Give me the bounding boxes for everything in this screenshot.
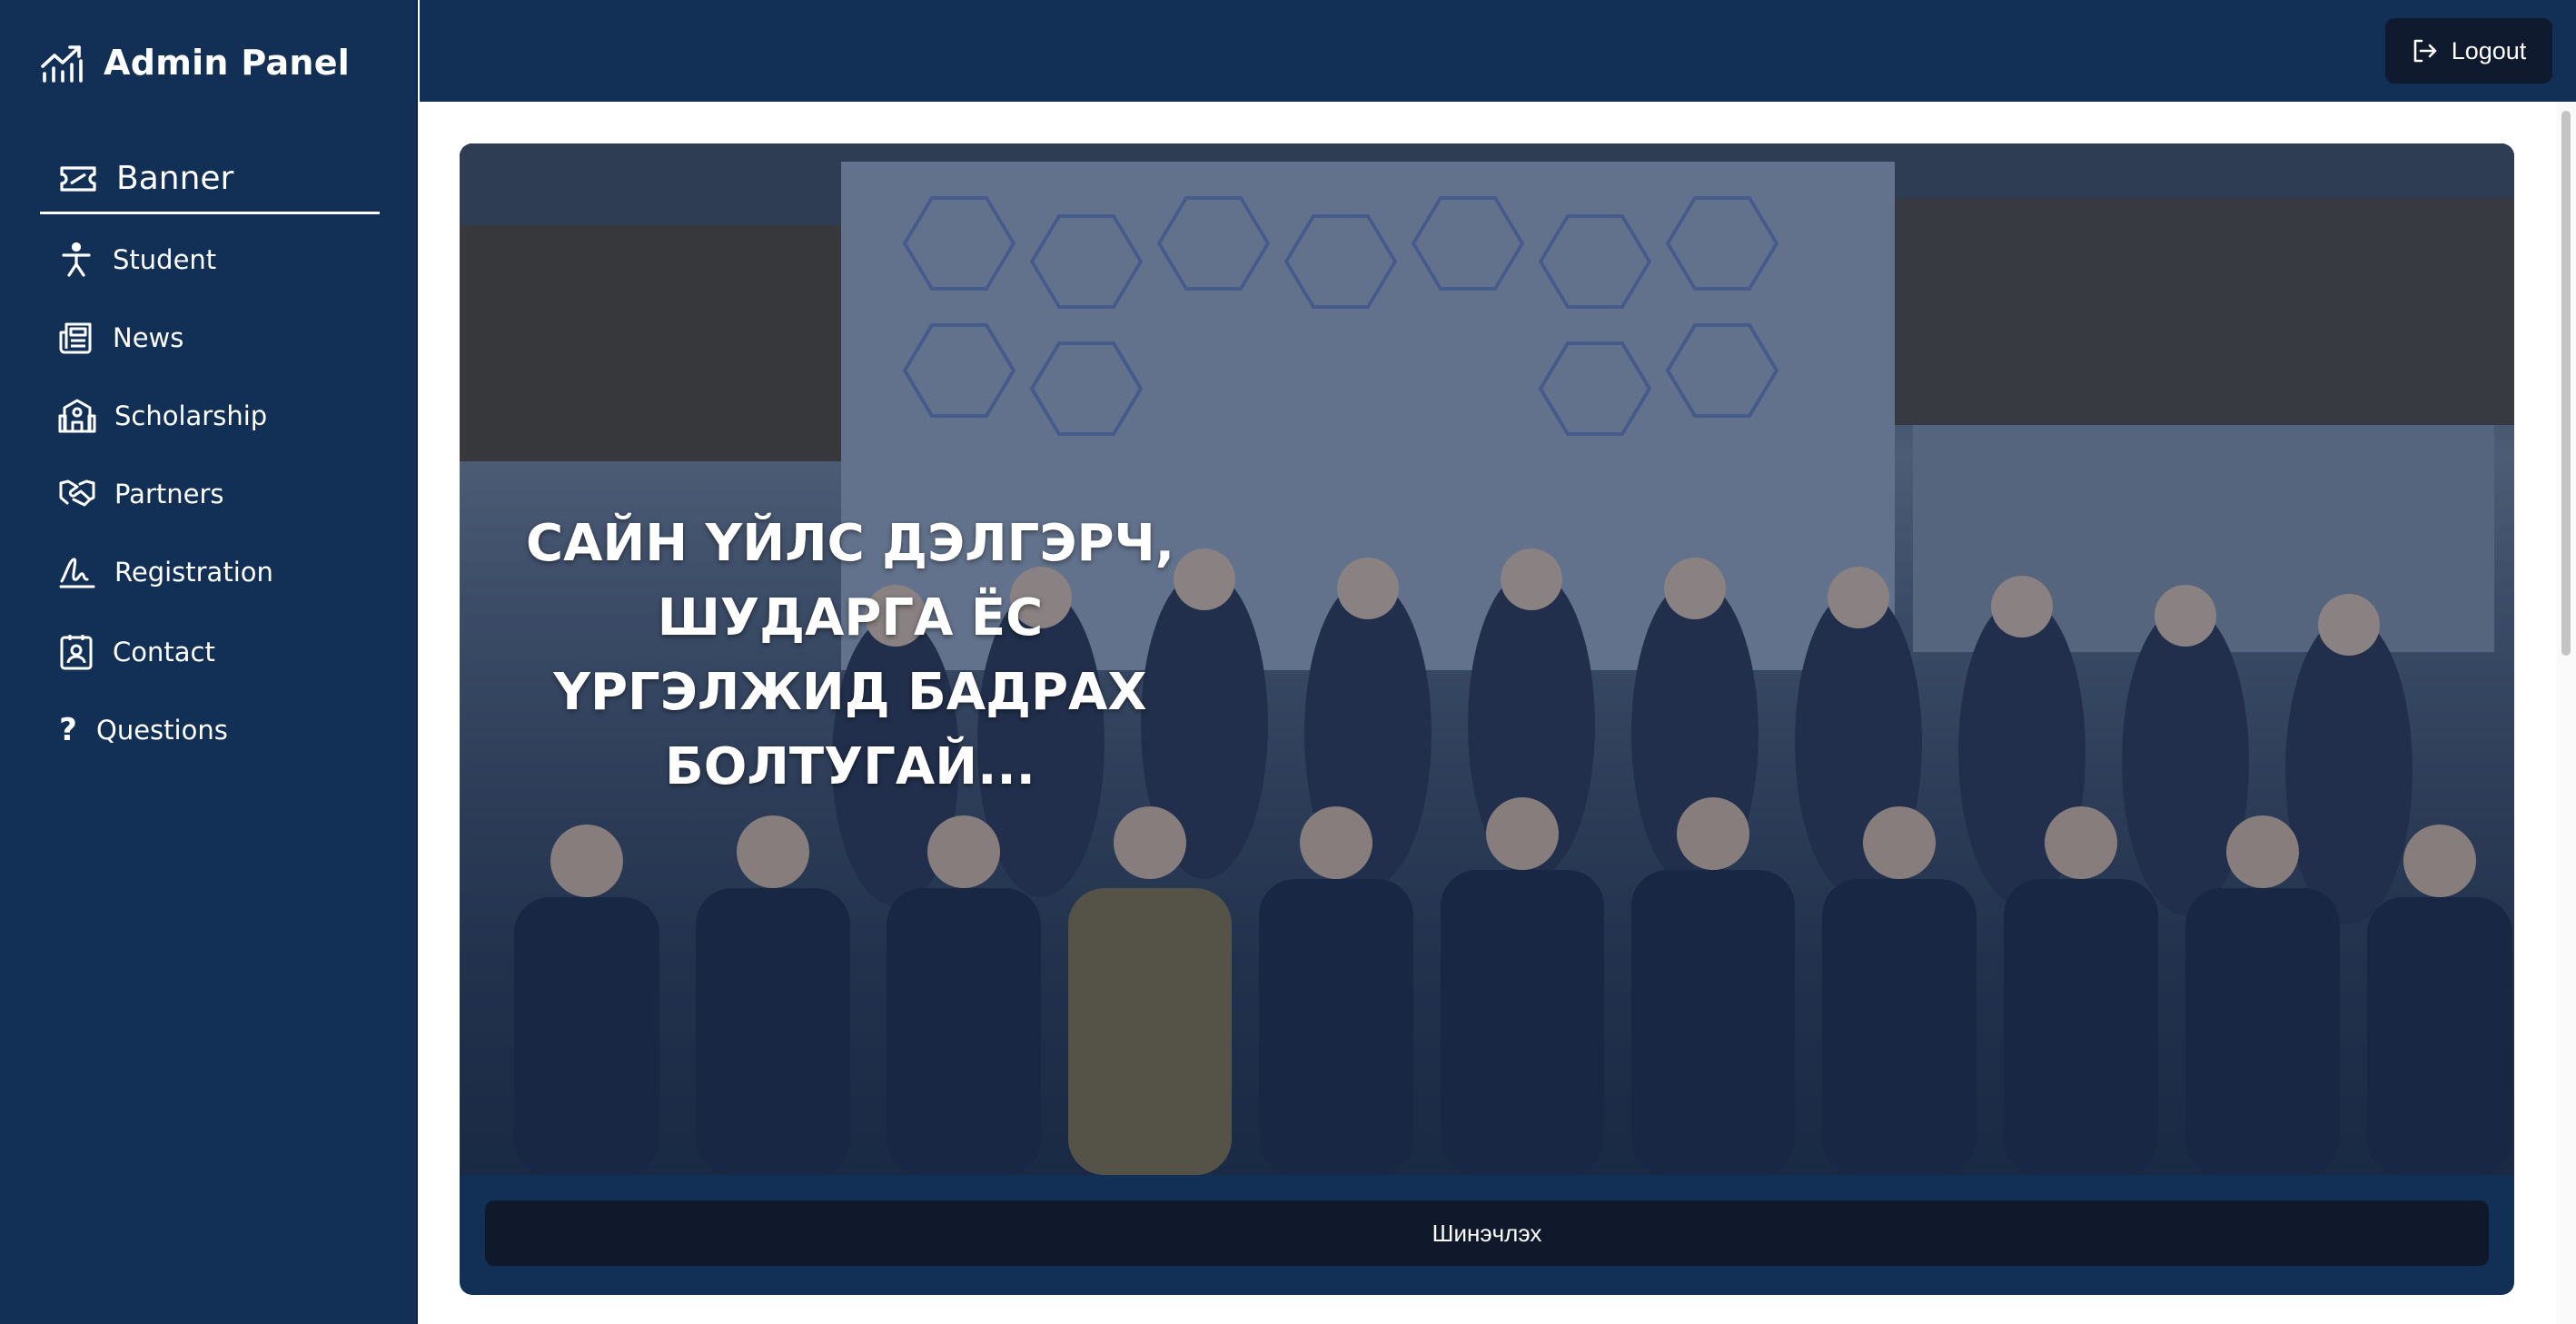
sidebar-item-student[interactable]: Student — [58, 232, 216, 287]
main-content: САЙН ҮЙЛС ДЭЛГЭРЧ, ШУДАРГА ЁС ҮРГЭЛЖИД Б… — [420, 102, 2576, 1324]
sidebar-item-questions[interactable]: ? Questions — [58, 703, 228, 757]
banner-card: САЙН ҮЙЛС ДЭЛГЭРЧ, ШУДАРГА ЁС ҮРГЭЛЖИД Б… — [460, 143, 2514, 1295]
banner-line: ҮРГЭЛЖИД БАДРАХ — [553, 663, 1147, 722]
sidebar-item-contact[interactable]: Contact — [58, 625, 215, 679]
handshake-icon — [58, 478, 96, 510]
admin-app: Admin Panel Banner Student News Scholars… — [0, 0, 2576, 1324]
question-icon: ? — [59, 712, 77, 748]
sidebar: Admin Panel Banner Student News Scholars… — [0, 0, 418, 1324]
ticket-icon — [58, 163, 98, 194]
newspaper-icon — [58, 320, 94, 356]
update-button[interactable]: Шинэчлэх — [485, 1200, 2489, 1266]
scrollbar-thumb[interactable] — [2561, 111, 2571, 656]
contact-card-icon — [58, 633, 94, 671]
logout-label: Logout — [2451, 36, 2527, 64]
sidebar-item-scholarship[interactable]: Scholarship — [58, 389, 267, 443]
sidebar-item-label: Contact — [113, 637, 215, 667]
person-icon — [58, 242, 94, 278]
sidebar-item-news[interactable]: News — [58, 311, 183, 365]
logout-icon — [2412, 38, 2439, 64]
sidebar-item-label: News — [113, 322, 184, 353]
scrollbar[interactable] — [2556, 102, 2576, 1324]
banner-line: САЙН ҮЙЛС ДЭЛГЭРЧ, — [525, 514, 1175, 573]
chart-growth-icon — [40, 43, 84, 83]
banner-image: САЙН ҮЙЛС ДЭЛГЭРЧ, ШУДАРГА ЁС ҮРГЭЛЖИД Б… — [460, 143, 2514, 1175]
sidebar-item-label: Registration — [114, 557, 273, 588]
sidebar-item-label: Scholarship — [114, 400, 268, 431]
top-bar: Logout — [420, 0, 2576, 102]
banner-line: ШУДАРГА ЁС — [657, 588, 1044, 647]
brand[interactable]: Admin Panel — [40, 40, 350, 85]
sidebar-item-registration[interactable]: Registration — [58, 545, 273, 599]
sidebar-item-banner[interactable]: Banner — [40, 145, 380, 214]
logout-button[interactable]: Logout — [2385, 18, 2552, 84]
banner-headline: САЙН ҮЙЛС ДЭЛГЭРЧ, ШУДАРГА ЁС ҮРГЭЛЖИД Б… — [514, 507, 1186, 805]
brand-title: Admin Panel — [104, 43, 351, 83]
sidebar-item-partners[interactable]: Partners — [58, 467, 224, 521]
sidebar-item-label: Partners — [114, 479, 224, 509]
banner-line: БОЛТУГАЙ... — [665, 737, 1035, 796]
sidebar-item-label: Banner — [116, 160, 234, 197]
school-icon — [58, 398, 96, 434]
signature-icon — [58, 554, 96, 590]
sidebar-item-label: Questions — [96, 715, 228, 746]
sidebar-item-label: Student — [113, 244, 217, 275]
